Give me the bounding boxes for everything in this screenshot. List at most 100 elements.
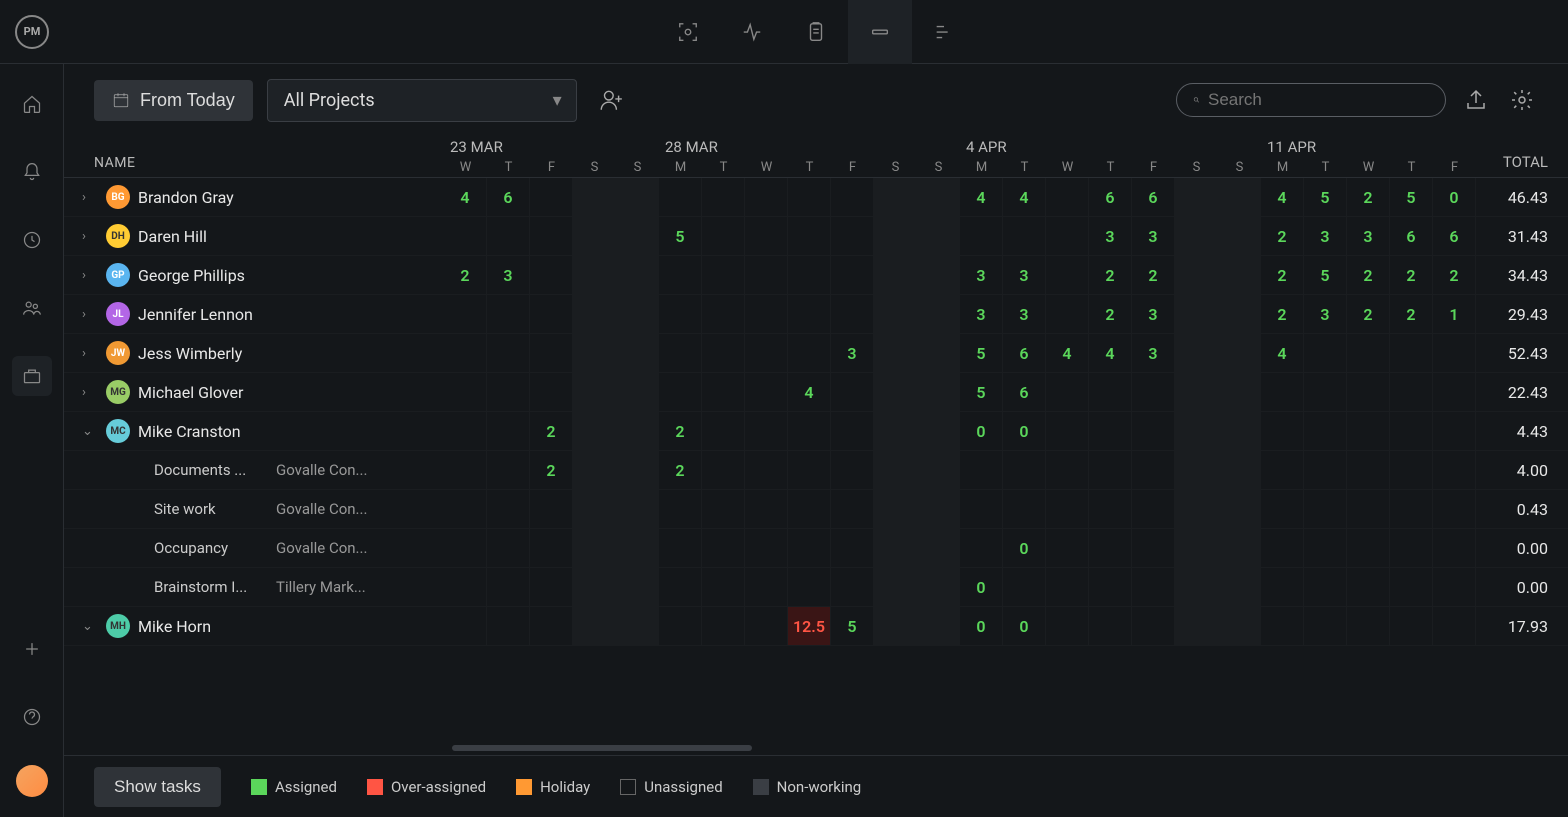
workload-cell[interactable]	[917, 373, 960, 411]
workload-cell[interactable]	[1046, 256, 1089, 294]
workload-cell[interactable]: 4	[1261, 178, 1304, 216]
workload-cell[interactable]	[874, 529, 917, 567]
workload-cell[interactable]: 0	[960, 607, 1003, 645]
workload-cell[interactable]	[487, 607, 530, 645]
workload-cell[interactable]: 0	[1003, 412, 1046, 450]
workload-cell[interactable]	[1304, 451, 1347, 489]
workload-cell[interactable]: 3	[1132, 334, 1175, 372]
workload-cell[interactable]	[530, 529, 573, 567]
workload-cell[interactable]: 4	[788, 373, 831, 411]
workload-cell[interactable]	[1175, 490, 1218, 528]
workload-cell[interactable]	[573, 217, 616, 255]
workload-cell[interactable]	[874, 490, 917, 528]
workload-cell[interactable]	[1390, 568, 1433, 606]
workload-cell[interactable]	[1433, 451, 1476, 489]
workload-cell[interactable]: 6	[1003, 334, 1046, 372]
workload-cell[interactable]	[1218, 568, 1261, 606]
workload-cell[interactable]	[616, 607, 659, 645]
sidebar-home-icon[interactable]	[12, 84, 52, 124]
workload-cell[interactable]	[659, 373, 702, 411]
workload-cell[interactable]	[1347, 373, 1390, 411]
workload-cell[interactable]	[702, 217, 745, 255]
workload-cell[interactable]	[1175, 256, 1218, 294]
workload-cell[interactable]	[831, 412, 874, 450]
workload-cell[interactable]	[444, 295, 487, 333]
workload-cell[interactable]	[745, 607, 788, 645]
workload-cell[interactable]	[530, 607, 573, 645]
workload-cell[interactable]: 4	[1046, 334, 1089, 372]
workload-cell[interactable]	[1175, 295, 1218, 333]
workload-cell[interactable]	[702, 295, 745, 333]
workload-cell[interactable]	[616, 451, 659, 489]
workload-cell[interactable]	[917, 607, 960, 645]
workload-cell[interactable]	[659, 256, 702, 294]
workload-cell[interactable]	[1175, 373, 1218, 411]
workload-cell[interactable]: 5	[831, 607, 874, 645]
workload-cell[interactable]	[831, 178, 874, 216]
workload-cell[interactable]	[1089, 490, 1132, 528]
workload-cell[interactable]: 0	[1003, 607, 1046, 645]
workload-cell[interactable]	[788, 178, 831, 216]
workload-cell[interactable]	[917, 256, 960, 294]
workload-cell[interactable]	[573, 451, 616, 489]
workload-cell[interactable]	[573, 568, 616, 606]
workload-cell[interactable]	[487, 334, 530, 372]
workload-cell[interactable]	[530, 256, 573, 294]
show-tasks-button[interactable]: Show tasks	[94, 767, 221, 807]
workload-cell[interactable]	[1046, 568, 1089, 606]
workload-cell[interactable]	[1347, 607, 1390, 645]
workload-cell[interactable]: 4	[1003, 178, 1046, 216]
workload-cell[interactable]	[1003, 451, 1046, 489]
workload-cell[interactable]	[1433, 412, 1476, 450]
workload-cell[interactable]	[745, 451, 788, 489]
workload-cell[interactable]	[530, 334, 573, 372]
chevron-down-icon[interactable]: ⌄	[82, 424, 98, 439]
workload-cell[interactable]	[874, 412, 917, 450]
workload-cell[interactable]: 3	[1003, 295, 1046, 333]
workload-cell[interactable]	[874, 217, 917, 255]
workload-cell[interactable]	[1175, 217, 1218, 255]
workload-cell[interactable]	[573, 412, 616, 450]
workload-cell[interactable]: 2	[1390, 256, 1433, 294]
workload-cell[interactable]	[1347, 529, 1390, 567]
workload-cell[interactable]	[1347, 490, 1390, 528]
workload-cell[interactable]	[1433, 529, 1476, 567]
workload-cell[interactable]: 6	[1089, 178, 1132, 216]
workload-cell[interactable]	[487, 295, 530, 333]
workload-cell[interactable]	[1218, 490, 1261, 528]
workload-cell[interactable]	[1390, 412, 1433, 450]
workload-cell[interactable]: 4	[1089, 334, 1132, 372]
workload-cell[interactable]	[487, 490, 530, 528]
workload-cell[interactable]	[659, 295, 702, 333]
workload-cell[interactable]	[1304, 607, 1347, 645]
workload-cell[interactable]: 3	[1347, 217, 1390, 255]
workload-cell[interactable]	[1218, 256, 1261, 294]
workload-cell[interactable]	[573, 256, 616, 294]
search-input[interactable]	[1208, 90, 1429, 110]
workload-cell[interactable]	[616, 373, 659, 411]
workload-cell[interactable]	[1175, 178, 1218, 216]
workload-cell[interactable]	[1132, 607, 1175, 645]
workload-cell[interactable]	[487, 451, 530, 489]
workload-cell[interactable]: 4	[444, 178, 487, 216]
workload-cell[interactable]: 2	[1089, 295, 1132, 333]
workload-cell[interactable]	[487, 529, 530, 567]
workload-cell[interactable]	[960, 451, 1003, 489]
workload-cell[interactable]	[874, 373, 917, 411]
workload-cell[interactable]	[573, 490, 616, 528]
workload-cell[interactable]	[745, 295, 788, 333]
workload-cell[interactable]	[831, 490, 874, 528]
workload-cell[interactable]: 0	[1433, 178, 1476, 216]
workload-cell[interactable]	[616, 334, 659, 372]
workload-cell[interactable]	[788, 568, 831, 606]
workload-cell[interactable]: 4	[1261, 334, 1304, 372]
workload-cell[interactable]	[702, 529, 745, 567]
workload-cell[interactable]	[1304, 334, 1347, 372]
workload-cell[interactable]	[960, 529, 1003, 567]
workload-cell[interactable]	[1175, 607, 1218, 645]
workload-cell[interactable]	[1433, 334, 1476, 372]
workload-cell[interactable]: 2	[1347, 178, 1390, 216]
workload-cell[interactable]	[702, 490, 745, 528]
workload-cell[interactable]	[917, 295, 960, 333]
workload-cell[interactable]	[1175, 451, 1218, 489]
